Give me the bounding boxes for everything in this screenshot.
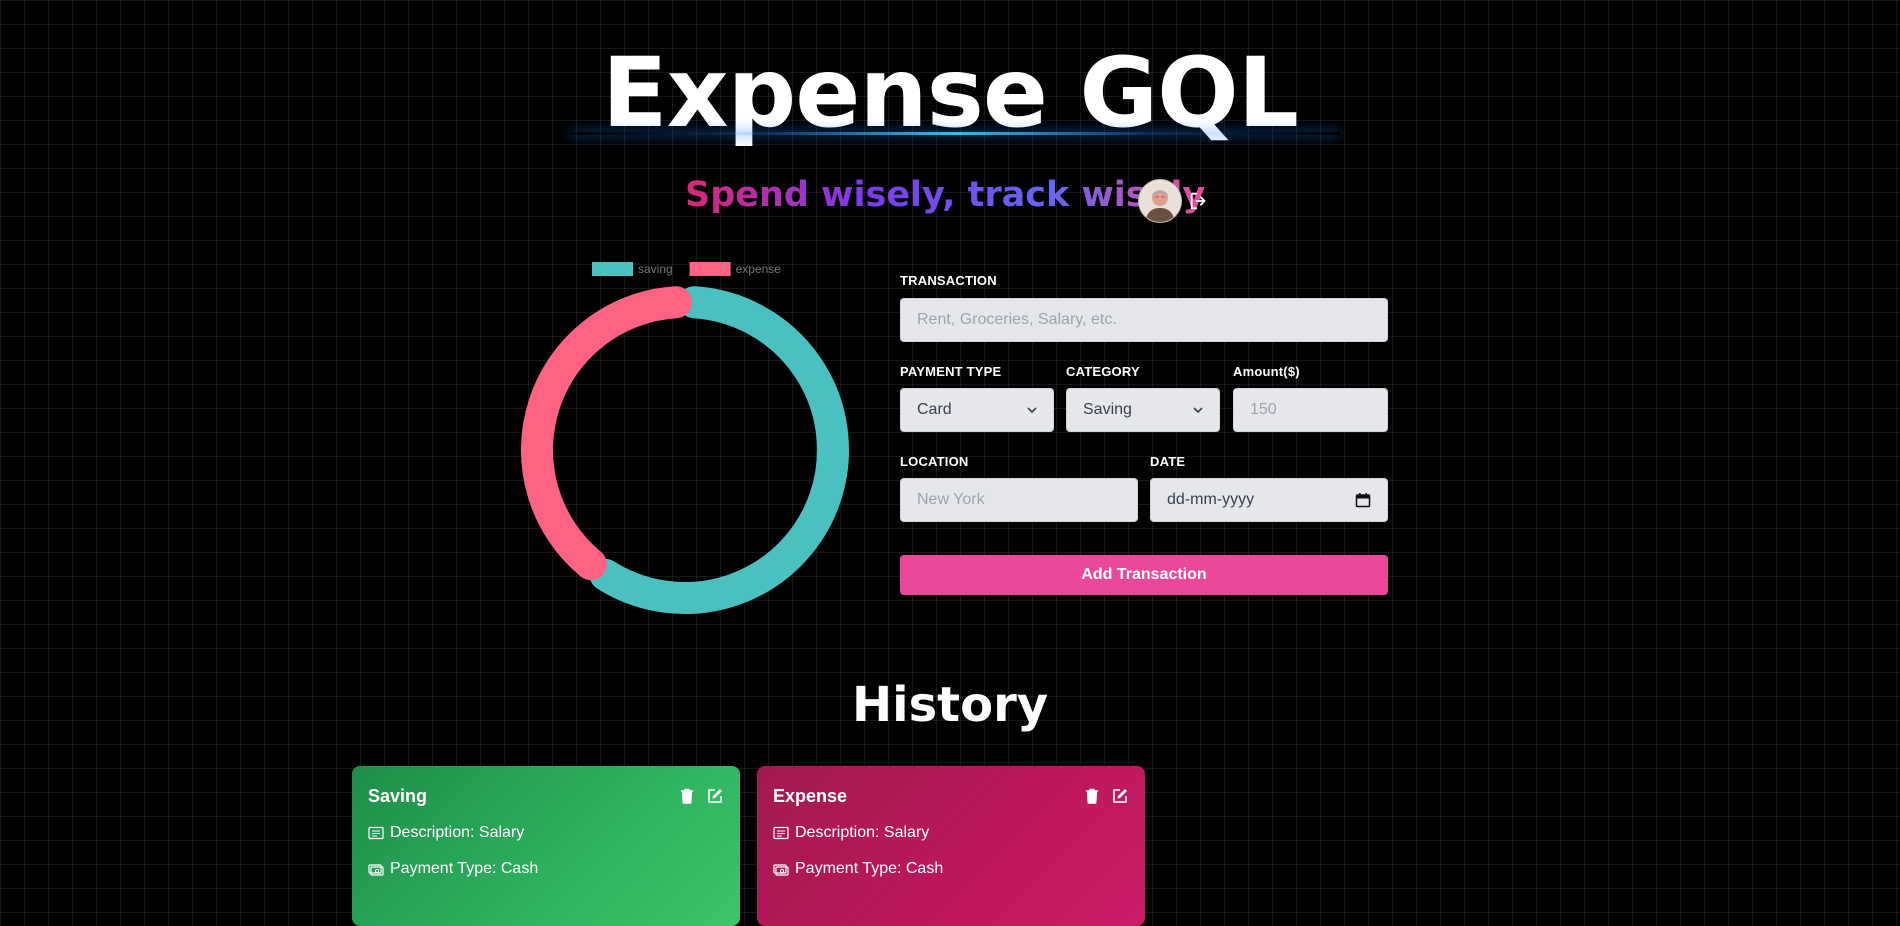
- edit-icon[interactable]: [706, 787, 724, 805]
- date-label: Date: [1150, 454, 1186, 469]
- avatar-icon: [1139, 180, 1181, 222]
- card-title: Saving: [368, 785, 428, 806]
- location-input[interactable]: New York: [900, 478, 1138, 522]
- legend-label-expense[interactable]: expense: [736, 262, 782, 276]
- chevron-down-icon: [1027, 407, 1037, 414]
- legend-label-saving[interactable]: saving: [638, 262, 673, 276]
- description-icon: [773, 826, 789, 840]
- payment-type-value: Card: [917, 401, 952, 418]
- payment-type-select[interactable]: Card: [900, 388, 1054, 432]
- transaction-card: Expense Description: Salary Payment Type…: [757, 766, 1145, 926]
- date-input[interactable]: dd-mm-yyyy: [1150, 478, 1388, 522]
- card-payment-type: Payment Type: Cash: [795, 860, 944, 877]
- chart-legend: saving expense: [592, 262, 781, 276]
- chevron-down-icon: [1193, 407, 1203, 414]
- payment-type-label: Payment Type: [900, 364, 1002, 379]
- location-label: Location: [900, 454, 969, 469]
- card-description: Description: Salary: [390, 824, 525, 841]
- amount-label: Amount($): [1233, 364, 1300, 379]
- user-avatar[interactable]: [1138, 179, 1182, 223]
- transaction-placeholder: Rent, Groceries, Salary, etc.: [917, 311, 1117, 328]
- amount-input[interactable]: 150: [1233, 388, 1388, 432]
- logout-button[interactable]: [1188, 190, 1210, 212]
- card-description: Description: Salary: [795, 824, 930, 841]
- category-select[interactable]: Saving: [1066, 388, 1220, 432]
- transaction-card: Saving Description: Salary Payment Type:…: [352, 766, 740, 926]
- add-transaction-button[interactable]: Add Transaction: [900, 555, 1388, 595]
- category-value: Saving: [1083, 401, 1132, 418]
- trash-icon[interactable]: [678, 787, 696, 805]
- money-icon: [773, 864, 789, 876]
- history-heading: History: [851, 677, 1049, 733]
- trash-icon[interactable]: [1083, 787, 1101, 805]
- title-glow-divider: [570, 132, 1340, 135]
- logout-icon: [1190, 192, 1206, 210]
- chart-arc-saving[interactable]: [589, 286, 849, 614]
- money-icon: [368, 864, 384, 876]
- card-payment-type: Payment Type: Cash: [390, 860, 539, 877]
- chart-arcs: [521, 286, 849, 614]
- chart-arc-expense[interactable]: [521, 286, 692, 581]
- location-placeholder: New York: [917, 491, 985, 508]
- calendar-icon[interactable]: [1355, 492, 1371, 508]
- date-placeholder: dd-mm-yyyy: [1167, 491, 1255, 508]
- description-icon: [368, 826, 384, 840]
- tagline: Spend wisely, track wisely: [685, 175, 1206, 215]
- transaction-label: Transaction: [900, 273, 997, 288]
- legend-swatch-expense[interactable]: [689, 262, 731, 276]
- legend-swatch-saving[interactable]: [592, 262, 633, 276]
- doughnut-chart: saving expense: [521, 262, 849, 614]
- category-label: Category: [1066, 364, 1140, 379]
- amount-placeholder: 150: [1250, 401, 1277, 418]
- card-title: Expense: [773, 785, 848, 806]
- edit-icon[interactable]: [1111, 787, 1129, 805]
- transaction-input[interactable]: Rent, Groceries, Salary, etc.: [900, 298, 1388, 342]
